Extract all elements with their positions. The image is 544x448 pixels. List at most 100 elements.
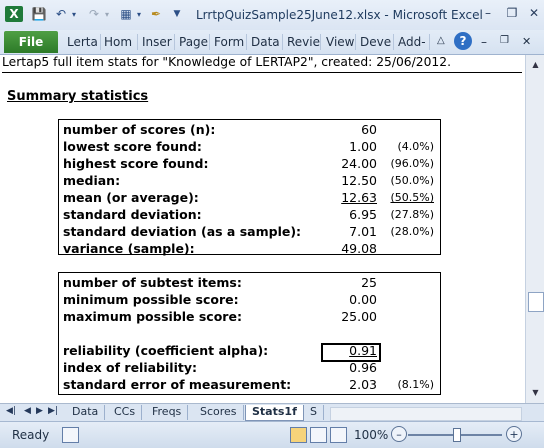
- tab-page-layout[interactable]: Page: [179, 35, 208, 49]
- tab-file[interactable]: File: [4, 31, 58, 53]
- stat-percent: (4.0%): [397, 140, 434, 153]
- tab-developer[interactable]: Deve: [360, 35, 391, 49]
- stat-row[interactable]: standard deviation (as a sample): 7.01 (…: [63, 224, 438, 241]
- ribbon-collapse-icon[interactable]: △: [437, 35, 445, 46]
- stat-row[interactable]: reliability (coefficient alpha): 0.91: [63, 343, 438, 362]
- stat-value: 2.03: [349, 377, 377, 392]
- tab-view[interactable]: View: [326, 35, 354, 49]
- stat-row[interactable]: highest score found: 24.00 (96.0%): [63, 156, 438, 173]
- redo-icon[interactable]: ↷: [86, 6, 102, 22]
- zoom-level[interactable]: 100%: [354, 428, 388, 442]
- prev-sheet-icon[interactable]: ◀: [24, 406, 31, 416]
- tab-data[interactable]: Data: [251, 35, 280, 49]
- reliability-stats-table: number of subtest items: 25 minimum poss…: [58, 272, 441, 395]
- redo-dropdown-icon[interactable]: ▾: [103, 6, 111, 22]
- help-icon[interactable]: ?: [454, 32, 472, 50]
- sheet-tab-stats1f[interactable]: Stats1f: [245, 405, 304, 421]
- title-bar: X 💾 ↶ ▾ ↷ ▾ ▦ ▾ ✒ ▼ LrrtpQuizSample25Jun…: [0, 0, 544, 31]
- customize-qat-icon[interactable]: ▼: [172, 6, 182, 22]
- stat-percent: (27.8%): [390, 208, 434, 221]
- sheet-tab-ccs[interactable]: CCs: [108, 405, 143, 420]
- stat-label: median:: [63, 173, 121, 188]
- first-sheet-icon[interactable]: ◀|: [6, 406, 16, 416]
- stat-label: standard deviation (as a sample):: [63, 224, 302, 239]
- stat-row[interactable]: number of subtest items: 25: [63, 275, 438, 292]
- tab-separator: [246, 34, 247, 50]
- stat-row[interactable]: maximum possible score: 25.00: [63, 309, 438, 326]
- ribbon-tab-bar: File Lerta Hom Inser Page Form Data Revi…: [0, 30, 544, 55]
- sheet-tab-bar: ◀| ◀ ▶ ▶| Data CCs Freqs Scores Stats1f …: [0, 403, 544, 422]
- stat-row[interactable]: mean (or average): 12.63 (50.5%): [63, 190, 438, 207]
- status-bar: Ready 100% – +: [0, 421, 544, 448]
- normal-view-icon[interactable]: [290, 427, 307, 443]
- tab-home[interactable]: Hom: [104, 35, 132, 49]
- stat-label: index of reliability:: [63, 360, 197, 375]
- borders-icon[interactable]: ▦: [118, 6, 134, 22]
- restore-button[interactable]: ❐: [502, 4, 522, 22]
- stat-row[interactable]: standard error of measurement: 2.03 (8.1…: [63, 377, 438, 394]
- zoom-in-icon[interactable]: +: [506, 426, 522, 442]
- page-layout-view-icon[interactable]: [310, 427, 327, 443]
- tab-separator: [355, 34, 356, 50]
- scroll-down-icon[interactable]: ▼: [528, 385, 543, 400]
- tab-review[interactable]: Revie: [287, 35, 320, 49]
- tab-add-ins[interactable]: Add-: [398, 35, 426, 49]
- stat-value: 25: [361, 275, 377, 290]
- sheet-tab-data[interactable]: Data: [66, 405, 106, 420]
- ribbon-minimize-icon[interactable]: –: [481, 35, 487, 49]
- vertical-scrollbar[interactable]: ▲ ▼: [525, 55, 544, 403]
- tab-separator: [320, 34, 321, 50]
- scroll-up-icon[interactable]: ▲: [528, 57, 543, 72]
- stat-row[interactable]: minimum possible score: 0.00: [63, 292, 438, 309]
- stat-value: 12.63: [341, 190, 377, 205]
- stat-percent: (28.0%): [390, 225, 434, 238]
- worksheet-area[interactable]: Lertap5 full item stats for "Knowledge o…: [0, 55, 525, 403]
- tab-separator: [393, 34, 394, 50]
- sheet-tab-freqs[interactable]: Freqs: [146, 405, 189, 420]
- last-sheet-icon[interactable]: ▶|: [48, 406, 58, 416]
- window-title: LrrtpQuizSample25June12.xlsx - Microsoft…: [196, 8, 483, 22]
- sheet-tab-more[interactable]: S: [304, 405, 324, 420]
- stat-row[interactable]: lowest score found: 1.00 (4.0%): [63, 139, 438, 156]
- zoom-out-icon[interactable]: –: [391, 426, 407, 442]
- format-painter-icon[interactable]: ✒: [148, 6, 164, 22]
- tab-lertap[interactable]: Lerta: [67, 35, 98, 49]
- zoom-slider-thumb[interactable]: [453, 428, 461, 442]
- sheet-tab-scores[interactable]: Scores: [194, 405, 244, 420]
- ribbon-restore-icon[interactable]: ❐: [500, 35, 509, 46]
- status-text: Ready: [12, 428, 50, 442]
- undo-icon[interactable]: ↶: [53, 6, 69, 22]
- stat-label: number of subtest items:: [63, 275, 242, 290]
- tab-separator: [429, 34, 430, 50]
- next-sheet-icon[interactable]: ▶: [36, 406, 43, 416]
- excel-icon: X: [5, 6, 23, 22]
- stat-value: 0.96: [349, 360, 377, 375]
- scroll-thumb[interactable]: [528, 292, 544, 312]
- stat-row[interactable]: standard deviation: 6.95 (27.8%): [63, 207, 438, 224]
- tab-insert[interactable]: Inser: [142, 35, 172, 49]
- save-icon[interactable]: 💾: [31, 6, 47, 22]
- stat-label: lowest score found:: [63, 139, 202, 154]
- minimize-button[interactable]: –: [478, 4, 498, 22]
- stat-label: highest score found:: [63, 156, 209, 171]
- stat-row[interactable]: number of scores (n): 60: [63, 122, 438, 139]
- macro-record-icon[interactable]: [62, 427, 79, 443]
- stat-value: 7.01: [349, 224, 377, 239]
- stat-label: reliability (coefficient alpha):: [63, 343, 269, 358]
- stat-label: maximum possible score:: [63, 309, 242, 324]
- ribbon-close-icon[interactable]: ✕: [522, 35, 531, 48]
- borders-dropdown-icon[interactable]: ▾: [135, 6, 143, 22]
- stat-value: 25.00: [341, 309, 377, 324]
- close-button[interactable]: ✕: [524, 4, 544, 22]
- stat-value: 6.95: [349, 207, 377, 222]
- stat-row[interactable]: median: 12.50 (50.0%): [63, 173, 438, 190]
- tab-separator: [100, 34, 101, 50]
- stat-label: number of scores (n):: [63, 122, 216, 137]
- horizontal-scrollbar[interactable]: [330, 407, 522, 421]
- undo-dropdown-icon[interactable]: ▾: [70, 6, 78, 22]
- page-break-view-icon[interactable]: [330, 427, 347, 443]
- tab-formulas[interactable]: Form: [214, 35, 244, 49]
- tab-separator: [209, 34, 210, 50]
- stat-row[interactable]: index of reliability: 0.96: [63, 360, 438, 377]
- stat-row[interactable]: variance (sample): 49.08: [63, 241, 438, 258]
